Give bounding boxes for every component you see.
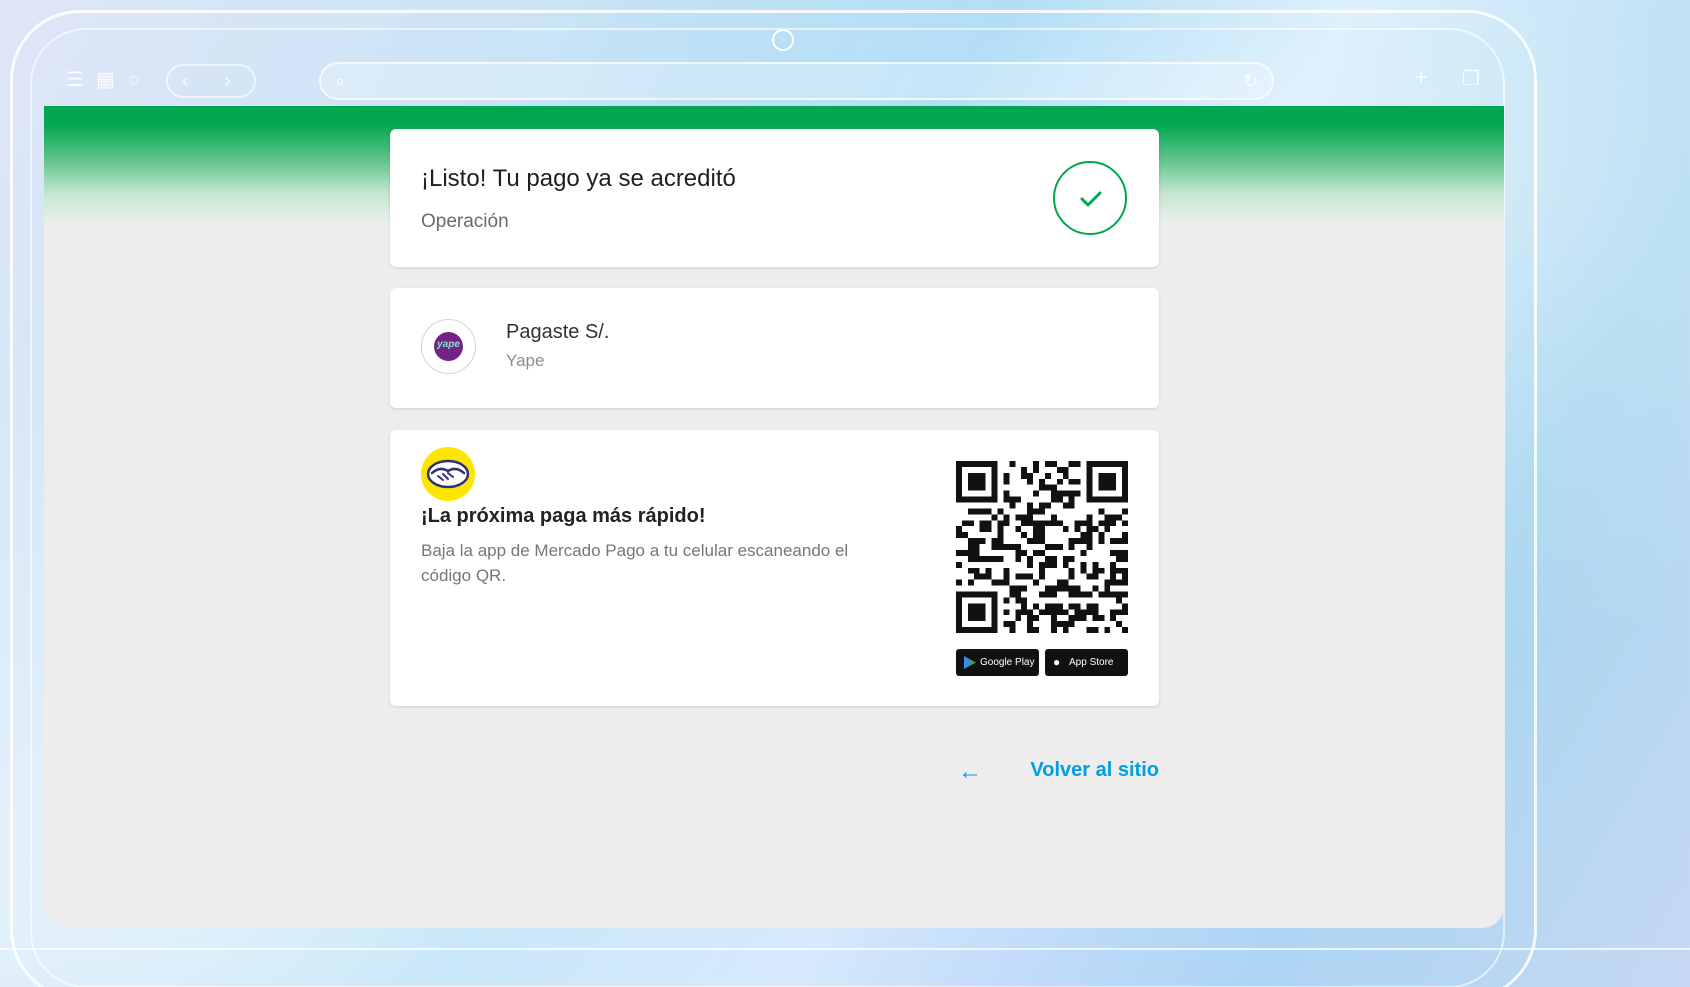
app-store-button[interactable]: ● App Store [1045,649,1128,676]
status-card: ¡Listo! Tu pago ya se acreditó Operación [390,129,1159,267]
yape-logo-text: yape [437,339,460,350]
reload-icon[interactable]: ↻ [1243,71,1258,91]
google-play-label: Google Play [980,657,1035,668]
browser-toolbar: ☰ ▦ ○ ‹ › ⌕ ↻ + ❐ [44,56,1504,106]
new-tab-icon[interactable]: + [1414,66,1428,90]
desk-edge [0,948,1690,950]
check-icon [1053,161,1127,235]
back-icon[interactable]: ‹ [182,71,189,91]
nav-buttons: ‹ › [166,64,256,98]
forward-icon[interactable]: › [224,71,231,91]
browser-viewport: ¡Listo! Tu pago ya se acreditó Operación… [44,106,1504,928]
camera-icon [772,29,794,51]
app-store-label: App Store [1069,657,1114,668]
back-to-site-link[interactable]: ← Volver al sitio [944,756,1159,786]
payment-title: Pagaste S/. [506,321,610,343]
apple-icon: ● [1053,655,1061,669]
payment-card: yape Pagaste S/. Yape [390,288,1159,408]
status-subtitle: Operación [421,211,509,232]
promo-description: Baja la app de Mercado Pago a tu celular… [421,541,849,585]
promo-title: ¡La próxima paga más rápido! [421,505,706,527]
grid-icon[interactable]: ▦ [96,70,115,90]
promo-card: ¡La próxima paga más rápido! Baja la app… [390,430,1159,706]
qr-code-icon [956,461,1128,633]
tabs-icon[interactable]: ❐ [1462,69,1480,89]
status-title: ¡Listo! Tu pago ya se acreditó [421,165,736,192]
payment-method: Yape [506,351,545,370]
menu-icon[interactable]: ☰ [66,70,84,90]
back-to-site-label: Volver al sitio [1030,759,1159,781]
arrow-left-icon: ← [958,758,982,785]
address-bar[interactable]: ⌕ ↻ [319,62,1274,100]
mercado-pago-logo-icon [421,447,475,501]
circle-icon[interactable]: ○ [128,70,140,90]
yape-logo-icon: yape [421,319,476,374]
google-play-icon [964,656,976,669]
search-icon: ⌕ [335,71,346,91]
google-play-button[interactable]: Google Play [956,649,1039,676]
